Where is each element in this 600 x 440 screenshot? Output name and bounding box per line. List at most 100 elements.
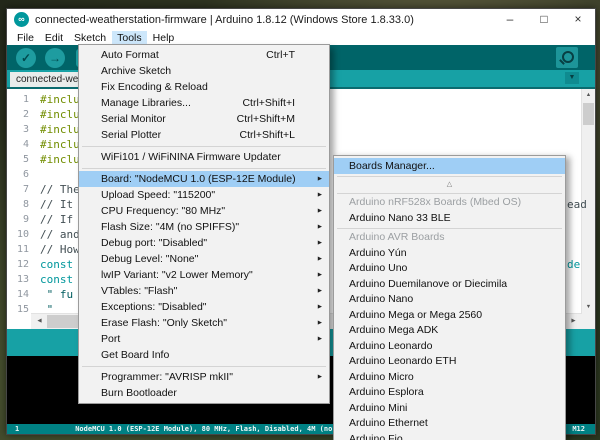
arduino-logo-icon: ∞ [14,12,29,27]
boards-submenu-item-arduino-mega-adk[interactable]: Arduino Mega ADK [334,323,565,339]
scroll-left-arrow-icon[interactable]: ◀ [33,314,46,329]
boards-submenu-item-arduino-nrf528x-boards-mbed-os: Arduino nRF528x Boards (Mbed OS) [334,195,565,211]
tools-menu-item-cpu-frequency-80-mhz[interactable]: CPU Frequency: "80 MHz" ▶ [79,203,329,219]
code-text: #inclu [34,152,80,167]
tools-menu: Auto FormatCtrl+TArchive Sketch Fix Encod… [78,44,330,404]
submenu-arrow-icon: ▶ [318,304,322,310]
menubar: FileEditSketchToolsHelp [7,30,595,45]
window-controls: – □ × [493,9,595,30]
boards-submenu-item-arduino-duemilanove-or-diecimila[interactable]: Arduino Duemilanove or Diecimila [334,276,565,292]
tools-menu-item-serial-plotter[interactable]: Serial Plotter Ctrl+Shift+L [79,127,329,143]
boards-submenu-item-arduino-uno[interactable]: Arduino Uno [334,261,565,277]
submenu-arrow-icon: ▶ [318,192,322,198]
menu-item-label: Exceptions: "Disabled" [101,301,295,313]
check-icon: ✓ [21,51,31,65]
arrow-right-icon: → [49,51,61,65]
serial-monitor-button[interactable] [556,47,578,68]
tools-menu-item-debug-level-none[interactable]: Debug Level: "None"▶ [79,251,329,267]
code-text: " fu [34,287,73,302]
submenu-arrow-icon: ▶ [318,208,322,214]
boards-submenu-item-arduino-ethernet[interactable]: Arduino Ethernet [334,416,565,432]
submenu-arrow-icon: ▶ [318,240,322,246]
line-number: 9 [7,212,34,227]
menu-item-label: Debug Level: "None" [101,253,295,265]
submenu-arrow-icon: ▶ [318,224,322,230]
line-number: 5 [7,152,34,167]
tools-menu-item-burn-bootloader[interactable]: Burn Bootloader [79,385,329,401]
tools-menu-item-serial-monitor[interactable]: Serial MonitorCtrl+Shift+M [79,111,329,127]
menubar-item-file[interactable]: File [12,31,39,45]
menu-separator [334,226,565,230]
tools-menu-item-manage-libraries[interactable]: Manage Libraries...Ctrl+Shift+I [79,95,329,111]
submenu-arrow-icon: ▶ [318,374,322,380]
tab-menu-button[interactable]: ▼ [565,72,579,84]
line-number: 15 [7,302,34,314]
minimize-button[interactable]: – [493,9,527,30]
boards-submenu-item-arduino-y-n[interactable]: Arduino Yún [334,245,565,261]
maximize-button[interactable]: □ [527,9,561,30]
menu-item-label: CPU Frequency: "80 MHz" [101,205,295,217]
menu-item-label: Auto Format [101,49,258,61]
menu-item-label: Erase Flash: "Only Sketch" [101,317,295,329]
scroll-down-arrow-icon[interactable]: ▼ [582,301,595,314]
menu-item-shortcut: Ctrl+Shift+L [240,129,295,141]
menu-item-label: Serial Plotter [101,129,232,141]
menubar-item-sketch[interactable]: Sketch [69,31,111,45]
window-title: connected-weatherstation-firmware | Ardu… [35,14,493,26]
tools-menu-item-auto-format[interactable]: Auto FormatCtrl+T [79,47,329,63]
code-text: #inclu [34,122,80,137]
boards-submenu-item-arduino-mini[interactable]: Arduino Mini [334,400,565,416]
tools-menu-item-erase-flash-only-sketch[interactable]: Erase Flash: "Only Sketch" ▶ [79,315,329,331]
scroll-up-arrow-icon[interactable]: ▲ [582,89,595,102]
boards-submenu: Boards Manager... △ Arduino nRF528x Boards… [333,155,566,440]
menu-item-label: Burn Bootloader [101,387,295,399]
tools-menu-item-exceptions-disabled[interactable]: Exceptions: "Disabled" ▶ [79,299,329,315]
tools-menu-item-upload-speed-115200[interactable]: Upload Speed: "115200" ▶ [79,187,329,203]
boards-submenu-item-arduino-leonardo[interactable]: Arduino Leonardo [334,338,565,354]
code-text: // and [34,227,80,242]
menu-item-label: Serial Monitor [101,113,229,125]
boards-submenu-item-arduino-esplora[interactable]: Arduino Esplora [334,385,565,401]
menu-item-label: Flash Size: "4M (no SPIFFS)" [101,221,295,233]
tools-menu-item-wifi101-wifinina-firmware-updater[interactable]: WiFi101 / WiFiNINA Firmware Updater [79,149,329,165]
menu-item-label: VTables: "Flash" [101,285,295,297]
boards-submenu-item-arduino-micro[interactable]: Arduino Micro [334,369,565,385]
code-text: #inclu [34,107,80,122]
boards-submenu-item-arduino-leonardo-eth[interactable]: Arduino Leonardo ETH [334,354,565,370]
tools-menu-item-get-board-info[interactable]: Get Board Info [79,347,329,363]
scroll-right-arrow-icon[interactable]: ▶ [567,314,580,329]
tools-menu-item-vtables-flash[interactable]: VTables: "Flash"▶ [79,283,329,299]
boards-submenu-item-arduino-nano-33-ble[interactable]: Arduino Nano 33 BLE [334,210,565,226]
tools-menu-item-board-nodemcu-1-0-esp-12e-module[interactable]: Board: "NodeMCU 1.0 (ESP-12E Module)"▶ [79,171,329,187]
tools-menu-item-archive-sketch[interactable]: Archive Sketch [79,63,329,79]
menubar-item-tools[interactable]: Tools [112,31,147,45]
code-fragment: de [567,257,580,272]
code-text: #inclu [34,137,80,152]
submenu-arrow-icon: ▶ [318,336,322,342]
tools-menu-item-fix-encoding-reload[interactable]: Fix Encoding & Reload [79,79,329,95]
tools-menu-item-programmer-avrisp-mkii[interactable]: Programmer: "AVRISP mkII"▶ [79,369,329,385]
boards-submenu-item-boards-manager[interactable]: Boards Manager... [334,158,565,174]
boards-submenu-item-arduino-mega-or-mega-2560[interactable]: Arduino Mega or Mega 2560 [334,307,565,323]
port-text-fragment: M12 [572,425,585,433]
upload-button[interactable]: → [45,48,65,68]
boards-submenu-item-arduino-fio[interactable]: Arduino Fio [334,431,565,440]
verify-button[interactable]: ✓ [16,48,36,68]
close-button[interactable]: × [561,9,595,30]
submenu-arrow-icon: ▶ [318,320,322,326]
tools-menu-item-lwip-variant-v2-lower-memory[interactable]: lwIP Variant: "v2 Lower Memory"▶ [79,267,329,283]
menubar-item-help[interactable]: Help [148,31,180,45]
menu-item-label: Upload Speed: "115200" [101,189,295,201]
line-number: 6 [7,167,34,182]
code-text: // If [34,212,80,227]
submenu-scroll-up-icon[interactable]: △ [334,178,565,191]
scrollbar-corner [582,314,595,329]
menu-item-shortcut: Ctrl+Shift+I [242,97,295,109]
boards-submenu-item-arduino-nano[interactable]: Arduino Nano [334,292,565,308]
tools-menu-item-flash-size-4m-no-spiffs[interactable]: Flash Size: "4M (no SPIFFS)" ▶ [79,219,329,235]
menubar-item-edit[interactable]: Edit [40,31,68,45]
tools-menu-item-port[interactable]: Port▶ [79,331,329,347]
tools-menu-item-debug-port-disabled[interactable]: Debug port: "Disabled"▶ [79,235,329,251]
menu-item-label: Fix Encoding & Reload [101,81,295,93]
vertical-scroll-thumb[interactable] [583,103,594,125]
